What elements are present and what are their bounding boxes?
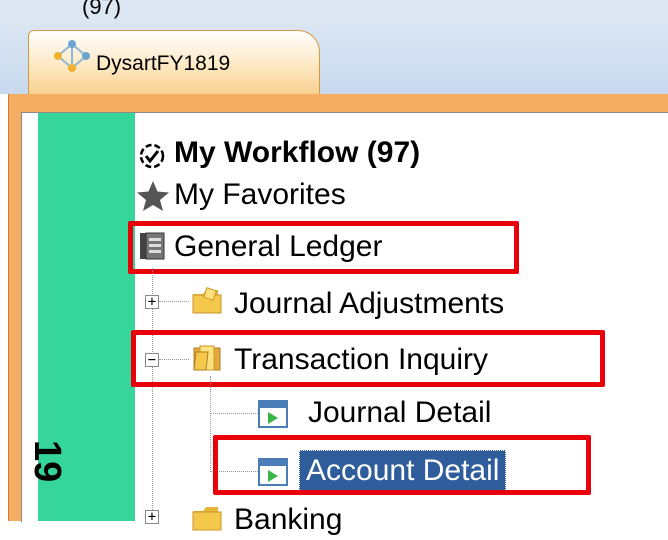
tree-item-my-favorites[interactable]: My Favorites [174, 175, 346, 215]
highlight-box-transaction-inquiry [131, 330, 605, 387]
form-icon [258, 400, 288, 428]
expand-toggle-journal-adjustments[interactable]: + [145, 295, 159, 309]
side-vertical-text: 19 [26, 440, 68, 483]
top-partial-text: (97) [82, 0, 122, 19]
tree-item-my-workflow[interactable]: My Workflow (97) [174, 133, 420, 173]
folder-icon [192, 507, 222, 531]
tree-item-journal-adjustments[interactable]: Journal Adjustments [234, 284, 504, 324]
tree-line [159, 301, 189, 302]
top-bar: (97) [0, 0, 668, 22]
network-icon [54, 40, 90, 72]
expand-toggle-banking[interactable]: + [145, 510, 159, 524]
tab-label: DysartFY1819 [96, 52, 231, 75]
tree-item-journal-detail[interactable]: Journal Detail [308, 393, 491, 433]
star-icon [137, 181, 169, 211]
folder-icon [192, 286, 222, 314]
highlight-box-general-ledger [128, 221, 519, 274]
workflow-check-icon [139, 143, 165, 169]
tree-line [210, 376, 211, 472]
tree-line [210, 413, 258, 414]
tree-item-banking[interactable]: Banking [234, 500, 342, 540]
highlight-box-account-detail [213, 435, 591, 495]
